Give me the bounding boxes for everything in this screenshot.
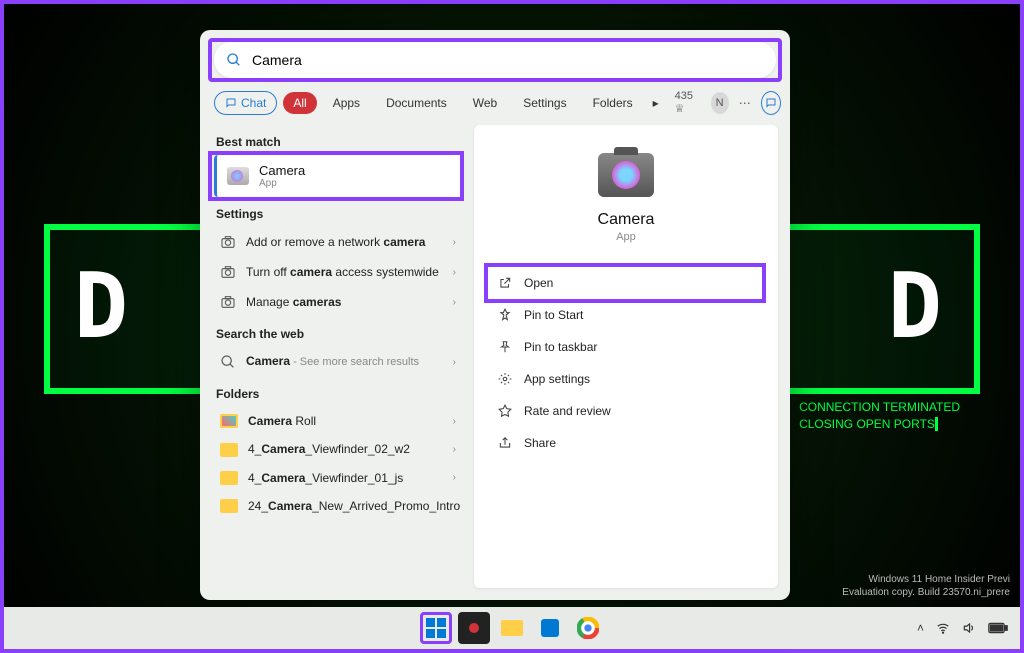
settings-item[interactable]: Manage cameras › — [214, 287, 462, 317]
folder-item[interactable]: Camera Roll › — [214, 407, 462, 435]
preview-subtitle: App — [488, 231, 764, 243]
taskbar-file-explorer[interactable] — [496, 612, 528, 644]
action-label: Rate and review — [524, 404, 611, 418]
section-settings: Settings — [216, 207, 462, 221]
camera-icon — [220, 264, 236, 280]
chevron-right-icon: › — [453, 444, 456, 455]
wallpaper-terminal-text: CONNECTION TERMINATED CLOSING OPEN PORTS — [799, 399, 960, 433]
folder-icon — [220, 443, 238, 457]
bing-chat-button[interactable] — [761, 91, 781, 115]
results-left-column: Best match Camera App Settings Add or re… — [200, 125, 470, 600]
camera-icon — [220, 234, 236, 250]
app-settings-button[interactable]: App settings — [488, 363, 764, 395]
section-folders: Folders — [216, 387, 462, 401]
pin-taskbar-button[interactable]: Pin to taskbar — [488, 331, 764, 363]
chevron-right-icon: › — [453, 416, 456, 427]
chat-bubble-icon — [225, 97, 237, 109]
folder-item-label: 24_Camera_New_Arrived_Promo_Intro — [248, 499, 460, 513]
chevron-right-icon: › — [453, 472, 456, 483]
section-web: Search the web — [216, 327, 462, 341]
folder-item-label: 4_Camera_Viewfinder_01_js — [248, 471, 443, 485]
best-match-title: Camera — [259, 163, 305, 178]
pin-icon — [498, 308, 512, 322]
open-button[interactable]: Open — [488, 267, 764, 299]
share-icon — [498, 436, 512, 450]
web-search-item[interactable]: Camera - See more search results › — [214, 347, 462, 377]
filter-documents[interactable]: Documents — [376, 92, 457, 114]
filter-folders[interactable]: Folders — [583, 92, 643, 114]
share-button[interactable]: Share — [488, 427, 764, 459]
filter-chat[interactable]: Chat — [214, 91, 277, 115]
camera-app-icon-large — [598, 153, 654, 197]
volume-icon[interactable] — [962, 621, 976, 635]
best-match-result[interactable]: Camera App — [214, 155, 462, 197]
start-search-popup: Chat All Apps Documents Web Settings Fol… — [200, 30, 790, 600]
taskbar-app[interactable] — [458, 612, 490, 644]
chrome-icon — [577, 617, 599, 639]
start-button[interactable] — [420, 612, 452, 644]
chat-bubble-icon — [765, 97, 777, 109]
search-icon — [220, 354, 236, 370]
taskbar-store[interactable] — [534, 612, 566, 644]
chevron-right-icon: › — [453, 297, 456, 308]
preview-pane: Camera App Open Pin to Start Pin to task… — [474, 125, 778, 588]
settings-item-label: Add or remove a network camera — [246, 235, 443, 249]
search-input[interactable] — [214, 42, 776, 78]
folder-item[interactable]: 4_Camera_Viewfinder_02_w2 › — [214, 435, 462, 463]
more-icon[interactable]: ⋯ — [739, 96, 751, 110]
settings-item[interactable]: Add or remove a network camera › — [214, 227, 462, 257]
taskbar-chrome[interactable] — [572, 612, 604, 644]
action-label: Pin to taskbar — [524, 340, 597, 354]
filter-settings[interactable]: Settings — [513, 92, 576, 114]
system-tray[interactable]: ˄ — [917, 621, 1008, 635]
user-avatar[interactable]: N — [711, 92, 729, 114]
chevron-right-icon: › — [453, 267, 456, 278]
action-label: Share — [524, 436, 556, 450]
folder-icon — [220, 414, 238, 428]
windows-watermark: Windows 11 Home Insider Previ Evaluation… — [842, 573, 1010, 599]
folder-item-label: Camera Roll — [248, 414, 443, 428]
pin-icon — [498, 340, 512, 354]
rewards-points[interactable]: 435 ♕ — [675, 90, 701, 115]
section-best-match: Best match — [216, 135, 462, 149]
search-icon — [226, 52, 242, 68]
chevron-right-icon: › — [453, 237, 456, 248]
folder-item-label: 4_Camera_Viewfinder_02_w2 — [248, 442, 443, 456]
folder-item[interactable]: 4_Camera_Viewfinder_01_js › — [214, 464, 462, 492]
open-icon — [498, 276, 512, 290]
action-label: Pin to Start — [524, 308, 583, 322]
star-icon — [498, 404, 512, 418]
camera-icon — [220, 294, 236, 310]
action-label: Open — [524, 276, 553, 290]
filter-row: Chat All Apps Documents Web Settings Fol… — [200, 86, 790, 125]
wifi-icon[interactable] — [936, 621, 950, 635]
filter-apps[interactable]: Apps — [323, 92, 370, 114]
filter-more-icon[interactable]: ▸ — [649, 96, 663, 110]
settings-item-label: Turn off camera access systemwide — [246, 265, 443, 279]
tray-chevron-icon[interactable]: ˄ — [917, 621, 924, 635]
wallpaper-text: D — [74, 254, 136, 359]
battery-icon[interactable] — [988, 622, 1008, 634]
action-label: App settings — [524, 372, 590, 386]
gear-icon — [498, 372, 512, 386]
pin-start-button[interactable]: Pin to Start — [488, 299, 764, 331]
filter-web[interactable]: Web — [463, 92, 507, 114]
settings-item[interactable]: Turn off camera access systemwide › — [214, 257, 462, 287]
folder-icon — [220, 499, 238, 513]
folder-icon — [220, 471, 238, 485]
wallpaper-text: D — [888, 254, 950, 359]
filter-all[interactable]: All — [283, 92, 316, 114]
best-match-subtitle: App — [259, 178, 305, 189]
windows-logo-icon — [426, 618, 446, 638]
settings-item-label: Manage cameras — [246, 295, 443, 309]
web-item-label: Camera - See more search results — [246, 354, 443, 369]
preview-title: Camera — [488, 211, 764, 229]
rate-button[interactable]: Rate and review — [488, 395, 764, 427]
folder-item[interactable]: 24_Camera_New_Arrived_Promo_Intro › — [214, 492, 462, 520]
camera-app-icon — [227, 167, 249, 185]
taskbar: ˄ — [4, 607, 1020, 649]
chevron-right-icon: › — [453, 357, 456, 368]
